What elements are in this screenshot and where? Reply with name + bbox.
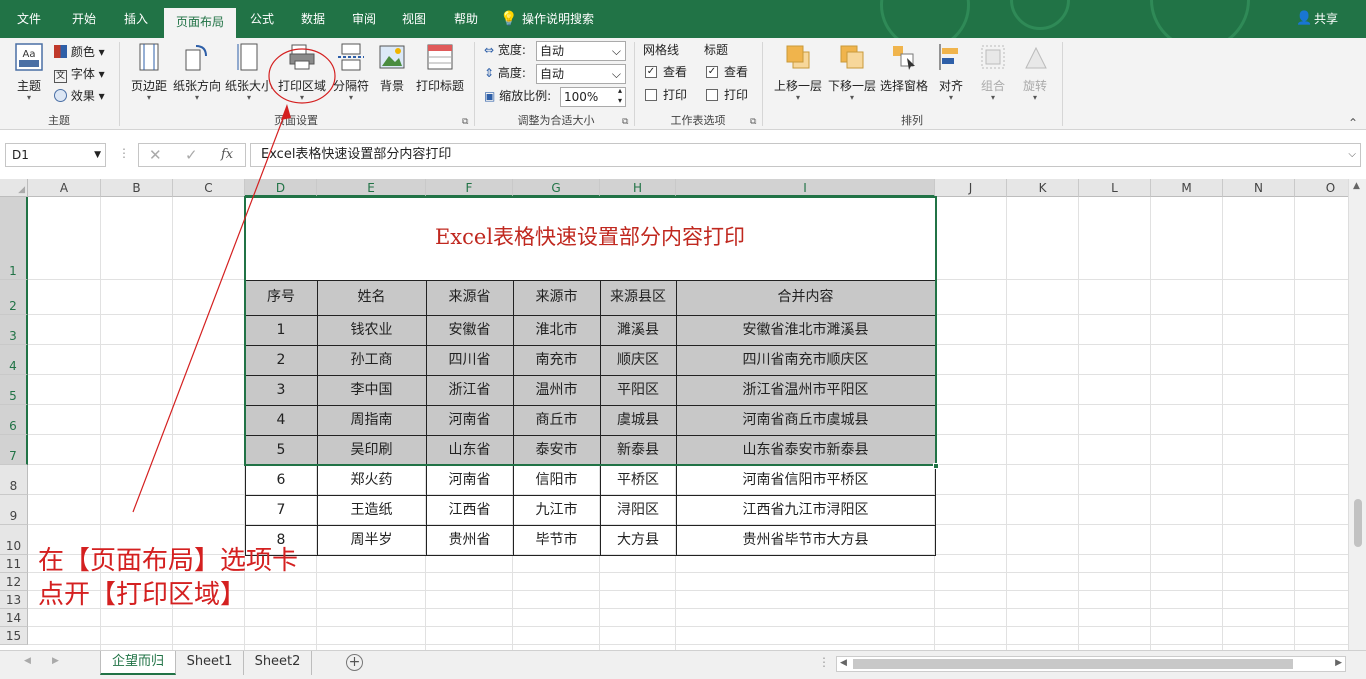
- pointer-line: [132, 107, 288, 513]
- prev-sheet-icon[interactable]: ◀: [24, 656, 31, 666]
- sheet-tab-sheet2[interactable]: Sheet2: [244, 651, 312, 675]
- add-sheet-icon[interactable]: +: [346, 654, 363, 671]
- sheet-tab-active[interactable]: 企望而归: [100, 651, 176, 675]
- sheet-tab-sheet1[interactable]: Sheet1: [176, 651, 244, 675]
- horizontal-scrollbar[interactable]: ◀ ▶: [836, 656, 1346, 672]
- highlight-circle: [268, 48, 336, 104]
- scroll-right-icon[interactable]: ▶: [1335, 658, 1342, 668]
- arrowhead: [281, 104, 291, 120]
- annotation-line-2: 点开【打印区域】: [38, 580, 247, 610]
- sheet-tab-bar: ◀ ▶ 企望而归 Sheet1 Sheet2 + ⋮ ◀ ▶: [0, 650, 1366, 679]
- annotation-overlay: [132, 48, 336, 513]
- next-sheet-icon[interactable]: ▶: [52, 656, 59, 666]
- annotation-line-1: 在【页面布局】选项卡: [38, 546, 299, 576]
- scroll-left-icon[interactable]: ◀: [840, 658, 847, 668]
- scroll-thumb[interactable]: [853, 659, 1293, 669]
- more-icon: ⋮: [818, 655, 830, 669]
